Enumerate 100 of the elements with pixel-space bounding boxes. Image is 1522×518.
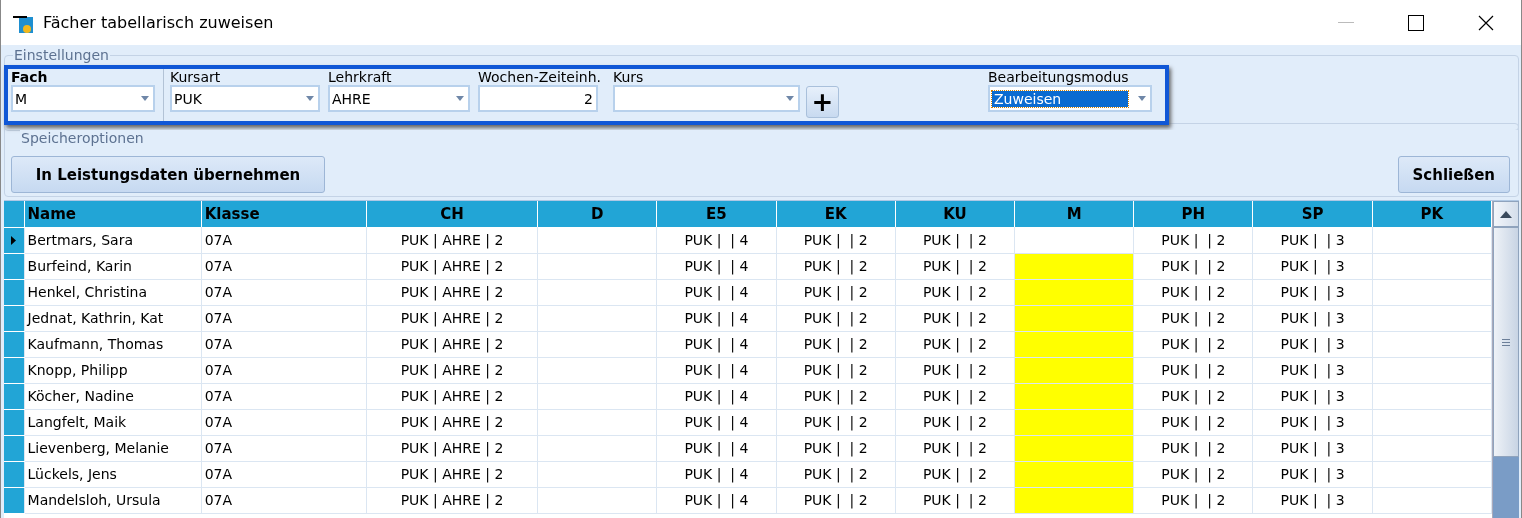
table-cell: PUK | | 2 bbox=[776, 253, 896, 279]
table-cell: PUK | AHRE | 2 bbox=[366, 357, 538, 383]
column-header[interactable]: PK bbox=[1372, 201, 1492, 227]
table-cell: 07A bbox=[201, 383, 367, 409]
number-field[interactable]: 2 bbox=[478, 85, 598, 112]
dropdown[interactable]: Zuweisen bbox=[988, 85, 1152, 112]
table-cell: PUK | | 3 bbox=[1253, 461, 1373, 487]
group-label: Einstellungen bbox=[13, 47, 110, 63]
row-header[interactable] bbox=[4, 227, 25, 253]
table-cell: PUK | | 2 bbox=[776, 461, 896, 487]
table-cell: PUK | | 2 bbox=[895, 357, 1015, 383]
table-cell: PUK | | 4 bbox=[656, 357, 777, 383]
table-cell: PUK | | 2 bbox=[1133, 331, 1253, 357]
column-header[interactable]: Klasse bbox=[201, 201, 367, 227]
column-header[interactable]: EK bbox=[776, 201, 896, 227]
scrollbar[interactable] bbox=[1492, 201, 1519, 518]
up-arrow-icon bbox=[1500, 210, 1512, 218]
column-header[interactable]: PH bbox=[1133, 201, 1253, 227]
current-row-icon bbox=[11, 235, 17, 245]
table-cell: PUK | AHRE | 2 bbox=[366, 305, 538, 331]
table-cell: PUK | | 3 bbox=[1253, 227, 1373, 253]
caret-icon bbox=[1138, 96, 1146, 101]
table-cell: PUK | | 2 bbox=[776, 409, 896, 435]
table-cell: Burfeind, Karin bbox=[24, 253, 202, 279]
field-label: Fach bbox=[11, 69, 49, 85]
column-header[interactable]: KU bbox=[895, 201, 1015, 227]
table-cell: PUK | | 2 bbox=[895, 487, 1015, 513]
table-cell: 07A bbox=[201, 487, 367, 513]
column-header[interactable]: SP bbox=[1253, 201, 1373, 227]
column-header[interactable]: CH bbox=[366, 201, 538, 227]
table-cell: PUK | | 2 bbox=[1133, 383, 1253, 409]
dropdown[interactable]: AHRE bbox=[328, 85, 470, 112]
table-cell: PUK | | 2 bbox=[776, 383, 896, 409]
table-cell: Jednat, Kathrin, Kat bbox=[24, 305, 202, 331]
column-header[interactable]: E5 bbox=[656, 201, 777, 227]
table-cell: 07A bbox=[201, 253, 367, 279]
grip-icon bbox=[1502, 338, 1510, 346]
table-cell: 07A bbox=[201, 305, 367, 331]
column-header[interactable]: M bbox=[1014, 201, 1134, 227]
dropdown[interactable] bbox=[613, 85, 800, 112]
table-cell: PUK | | 2 bbox=[895, 227, 1015, 253]
table-cell: PUK | AHRE | 2 bbox=[366, 409, 538, 435]
table-cell: PUK | | 2 bbox=[1133, 487, 1253, 513]
table-cell: PUK | AHRE | 2 bbox=[366, 487, 538, 513]
table-cell: PUK | | 3 bbox=[1253, 383, 1373, 409]
table-cell: PUK | | 2 bbox=[1133, 409, 1253, 435]
caret-icon bbox=[786, 96, 794, 101]
table-cell: Köcher, Nadine bbox=[24, 383, 202, 409]
table-cell: PUK | | 4 bbox=[656, 227, 777, 253]
table-cell: PUK | | 2 bbox=[776, 435, 896, 461]
table-cell: PUK | | 2 bbox=[776, 227, 896, 253]
close-dialog-button[interactable]: Schließen bbox=[1397, 156, 1510, 193]
table-cell: PUK | | 2 bbox=[895, 435, 1015, 461]
close-icon bbox=[1478, 14, 1494, 31]
table-cell: PUK | | 2 bbox=[1133, 279, 1253, 305]
field-label: Lehrkraft bbox=[328, 69, 393, 85]
table-cell: PUK | AHRE | 2 bbox=[366, 331, 538, 357]
table-cell: PUK | | 2 bbox=[1133, 253, 1253, 279]
table-cell: Bertmars, Sara bbox=[24, 227, 202, 253]
table-cell: PUK | AHRE | 2 bbox=[366, 461, 538, 487]
table-cell: PUK | | 2 bbox=[1133, 435, 1253, 461]
table-cell: PUK | | 2 bbox=[1133, 227, 1253, 253]
group-label: Speicheroptionen bbox=[20, 130, 1518, 146]
caret-icon bbox=[456, 96, 464, 101]
minimize-icon bbox=[1338, 21, 1354, 24]
table-cell: 07A bbox=[201, 461, 367, 487]
table-cell: Lievenberg, Melanie bbox=[24, 435, 202, 461]
field-label: Bearbeitungsmodus bbox=[988, 69, 1130, 85]
caret-icon bbox=[141, 96, 149, 101]
apply-button[interactable]: In Leistungsdaten übernehmen bbox=[11, 156, 325, 193]
column-header[interactable]: Name bbox=[24, 201, 202, 227]
table-cell: PUK | AHRE | 2 bbox=[366, 383, 538, 409]
table-cell: PUK | | 3 bbox=[1253, 305, 1373, 331]
table-cell: Knopp, Philipp bbox=[24, 357, 202, 383]
table-cell: PUK | | 3 bbox=[1253, 331, 1373, 357]
caret-icon bbox=[306, 96, 314, 101]
dropdown[interactable]: M bbox=[11, 85, 155, 112]
table-cell: PUK | | 2 bbox=[1133, 461, 1253, 487]
table-cell: PUK | | 2 bbox=[776, 331, 896, 357]
table-cell: PUK | | 2 bbox=[776, 279, 896, 305]
table-cell: PUK | | 4 bbox=[656, 305, 777, 331]
table-cell: PUK | | 4 bbox=[656, 409, 777, 435]
add-button[interactable]: + bbox=[806, 86, 839, 118]
table-cell: PUK | | 2 bbox=[895, 279, 1015, 305]
table-cell: PUK | AHRE | 2 bbox=[366, 435, 538, 461]
table-cell: PUK | | 4 bbox=[656, 331, 777, 357]
table-cell: PUK | | 3 bbox=[1253, 253, 1373, 279]
maximize-icon bbox=[1408, 14, 1424, 31]
window-title: Fächer tabellarisch zuweisen bbox=[43, 13, 275, 32]
table-cell: 07A bbox=[201, 227, 367, 253]
table-cell: PUK | | 2 bbox=[895, 331, 1015, 357]
table-cell: Kaufmann, Thomas bbox=[24, 331, 202, 357]
field-label: Kurs bbox=[613, 69, 645, 85]
table-cell: PUK | | 2 bbox=[895, 409, 1015, 435]
dropdown[interactable]: PUK bbox=[170, 85, 320, 112]
table-cell: PUK | AHRE | 2 bbox=[366, 227, 538, 253]
table-cell: 07A bbox=[201, 357, 367, 383]
table-cell: PUK | | 2 bbox=[776, 487, 896, 513]
column-header[interactable]: D bbox=[537, 201, 657, 227]
table-cell: PUK | | 4 bbox=[656, 461, 777, 487]
